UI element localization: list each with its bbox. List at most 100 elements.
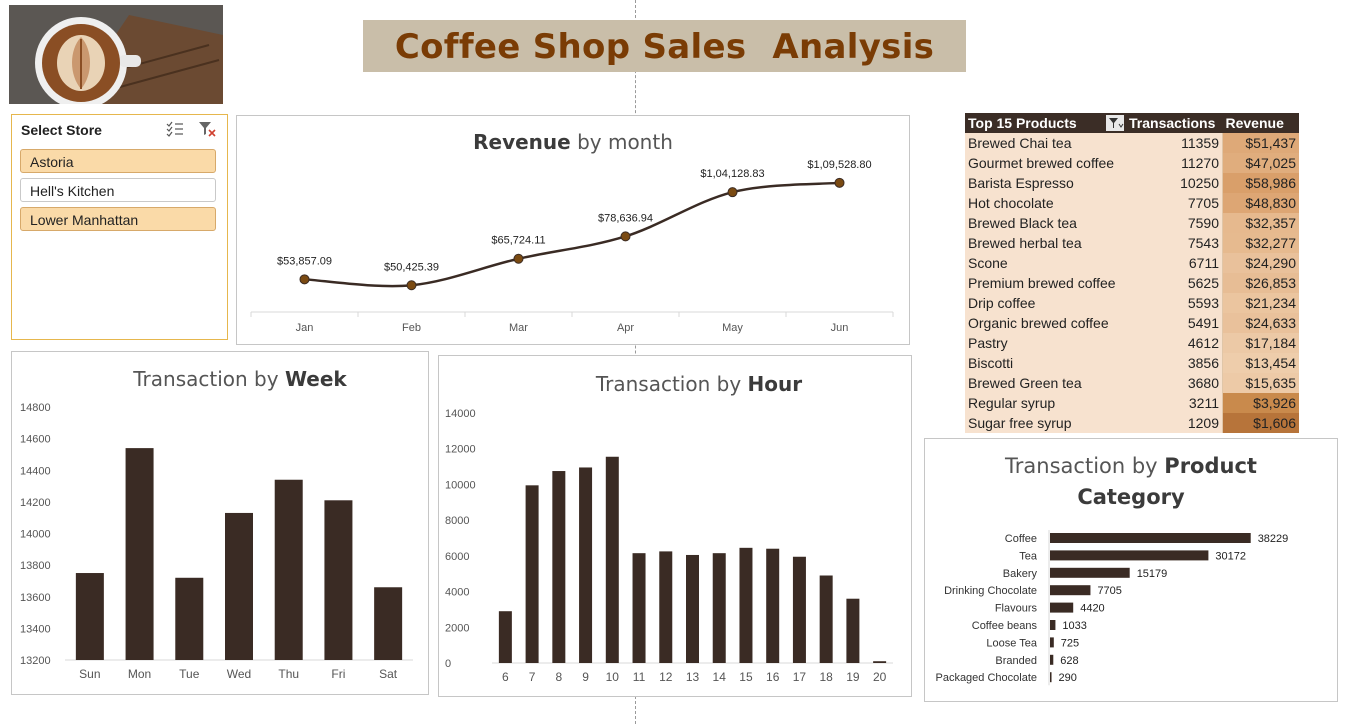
table-filter-icon[interactable] (1106, 115, 1124, 131)
y-tick-label: 14000 (20, 529, 51, 541)
revenue-data-label: $1,04,128.83 (700, 168, 764, 180)
clear-filter-icon[interactable] (198, 121, 216, 137)
category-bar-chart: Coffee 38229 Tea 30172 Bakery 15179 Drinking C… (935, 530, 1289, 686)
bar (766, 548, 780, 663)
product-transactions: 10250 (1126, 173, 1223, 193)
bar-value-label: 38229 (1258, 533, 1289, 545)
product-name: Gourmet brewed coffee (965, 153, 1126, 173)
category-label: Drinking Chocolate (944, 585, 1037, 597)
month-tick-label: May (722, 322, 743, 334)
x-tick-label: Fri (331, 667, 345, 681)
category-label: Branded (995, 655, 1037, 667)
table-row: Premium brewed coffee 5625 $26,853 (965, 273, 1299, 293)
x-tick-label: 12 (659, 670, 673, 684)
product-revenue: $24,290 (1222, 253, 1299, 273)
revenue-point (620, 231, 631, 242)
hour-bar-chart: 0 2000 4000 6000 8000 10000 12000 14000 6 7 8 9 10 11… (445, 408, 893, 684)
bar (605, 456, 619, 663)
bar (846, 598, 860, 663)
transaction-by-week-panel: Transaction by Week 13200 13400 13600 13800… (11, 351, 429, 695)
table-row: Organic brewed coffee 5491 $24,633 (965, 313, 1299, 333)
x-tick-label: Sun (79, 667, 100, 681)
product-name: Scone (965, 253, 1126, 273)
product-revenue: $24,633 (1222, 313, 1299, 333)
transaction-by-category-panel: Transaction by Product Category Coffee 38… (924, 438, 1338, 702)
x-tick-label: 10 (606, 670, 620, 684)
product-transactions: 5491 (1126, 313, 1223, 333)
product-name: Biscotti (965, 353, 1126, 373)
table-row: Brewed Black tea 7590 $32,357 (965, 213, 1299, 233)
bar (1050, 550, 1209, 561)
slicer-item-astoria[interactable]: Astoria (20, 149, 216, 173)
product-name: Hot chocolate (965, 193, 1126, 213)
product-revenue: $48,830 (1222, 193, 1299, 213)
revenue-data-label: $50,425.39 (384, 261, 439, 273)
col-revenue[interactable]: Revenue (1222, 113, 1299, 133)
product-transactions: 7705 (1126, 193, 1223, 213)
category-label: Bakery (1003, 568, 1038, 580)
bar (274, 479, 303, 660)
x-tick-label: Tue (179, 667, 200, 681)
bar (792, 556, 806, 663)
y-tick-label: 13600 (20, 592, 51, 604)
bar (1050, 672, 1052, 683)
bar (712, 553, 726, 663)
product-name: Sugar free syrup (965, 413, 1126, 433)
bar (1050, 533, 1251, 543)
top-products-table-wrap: Top 15 Products Transactions Revenue Bre… (965, 113, 1299, 433)
col-products[interactable]: Top 15 Products (965, 113, 1126, 133)
month-tick-label: Feb (402, 322, 421, 334)
bar (374, 587, 403, 660)
revenue-data-label: $53,857.09 (277, 255, 332, 267)
bar (579, 467, 593, 663)
bar (1050, 602, 1074, 613)
bar (739, 547, 753, 663)
product-transactions: 5593 (1126, 293, 1223, 313)
table-row: Sugar free syrup 1209 $1,606 (965, 413, 1299, 433)
bar-value-label: 7705 (1097, 585, 1121, 597)
week-bar-chart: 13200 13400 13600 13800 14000 14200 14400 14600… (20, 402, 413, 681)
table-row: Barista Espresso 10250 $58,986 (965, 173, 1299, 193)
bar (1050, 654, 1054, 665)
product-name: Brewed Green tea (965, 373, 1126, 393)
y-tick-label: 4000 (445, 587, 469, 599)
category-label: Tea (1019, 550, 1038, 562)
slicer-item-lower-manhattan[interactable]: Lower Manhattan (20, 207, 216, 231)
product-transactions: 11270 (1126, 153, 1223, 173)
product-name: Brewed Black tea (965, 213, 1126, 233)
product-name: Drip coffee (965, 293, 1126, 313)
revenue-data-label: $65,724.11 (491, 235, 545, 247)
col-transactions[interactable]: Transactions (1126, 113, 1223, 133)
y-tick-label: 14800 (20, 402, 51, 414)
dashboard-title: Coffee Shop Sales Analysis (363, 20, 966, 72)
bar (225, 512, 253, 660)
category-label: Loose Tea (986, 637, 1037, 649)
x-tick-label: 13 (686, 670, 700, 684)
product-revenue: $15,635 (1222, 373, 1299, 393)
bar (1050, 637, 1054, 648)
table-row: Brewed Chai tea 11359 $51,437 (965, 133, 1299, 153)
month-tick-label: Apr (617, 322, 634, 334)
product-revenue: $13,454 (1222, 353, 1299, 373)
multi-select-icon[interactable] (166, 121, 184, 137)
product-revenue: $32,357 (1222, 213, 1299, 233)
product-revenue: $26,853 (1222, 273, 1299, 293)
revenue-point (834, 177, 845, 188)
bar (175, 577, 204, 660)
y-tick-label: 12000 (445, 444, 476, 456)
product-transactions: 7543 (1126, 233, 1223, 253)
table-row: Regular syrup 3211 $3,926 (965, 393, 1299, 413)
slicer-title: Select Store (21, 122, 102, 138)
product-revenue: $47,025 (1222, 153, 1299, 173)
bar-value-label: 15179 (1137, 568, 1168, 580)
product-transactions: 5625 (1126, 273, 1223, 293)
slicer-item-hells-kitchen[interactable]: Hell's Kitchen (20, 178, 216, 202)
dashboard-title-bar: Coffee Shop Sales Analysis (363, 20, 966, 72)
x-tick-label: 6 (502, 670, 509, 684)
category-label: Flavours (995, 603, 1038, 615)
month-tick-label: Jan (296, 322, 314, 334)
x-tick-label: 15 (739, 670, 753, 684)
revenue-data-label: $78,636.94 (598, 212, 653, 224)
store-slicer: Select Store Astoria Hell's Kitchen Lowe… (11, 114, 228, 340)
bar (75, 573, 104, 660)
